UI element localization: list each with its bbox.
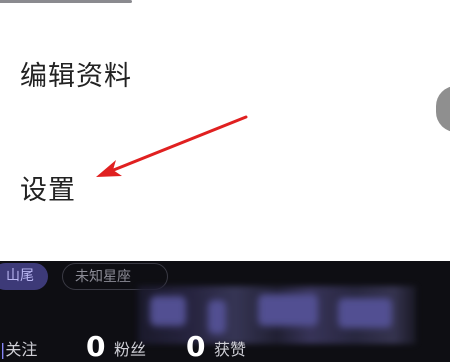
menu-top-strip bbox=[0, 0, 450, 5]
drag-handle[interactable] bbox=[0, 0, 132, 3]
likes-label[interactable]: 获赞 bbox=[214, 340, 246, 360]
arrow-head bbox=[96, 160, 122, 177]
red-arrow-annotation bbox=[96, 115, 248, 177]
screen: 山尾 未知星座 |关注 0 粉丝 0 获赞 编辑资料 设置 bbox=[0, 0, 450, 362]
following-label[interactable]: |关注 bbox=[0, 340, 37, 360]
profile-stats: |关注 0 粉丝 0 获赞 bbox=[0, 332, 450, 362]
menu-item-edit-profile[interactable]: 编辑资料 bbox=[20, 60, 132, 94]
arrow-line bbox=[104, 115, 248, 175]
tag-label: 山尾 bbox=[6, 268, 34, 284]
toggle-switch[interactable] bbox=[436, 86, 450, 132]
tag-badge: 山尾 bbox=[0, 263, 48, 290]
menu-item-settings[interactable]: 设置 bbox=[20, 174, 76, 208]
followers-count[interactable]: 0 bbox=[86, 332, 105, 362]
likes-count[interactable]: 0 bbox=[186, 332, 205, 362]
popup-menu: 编辑资料 设置 bbox=[0, 0, 450, 261]
followers-label[interactable]: 粉丝 bbox=[114, 340, 146, 360]
tag-label: 未知星座 bbox=[75, 269, 131, 285]
